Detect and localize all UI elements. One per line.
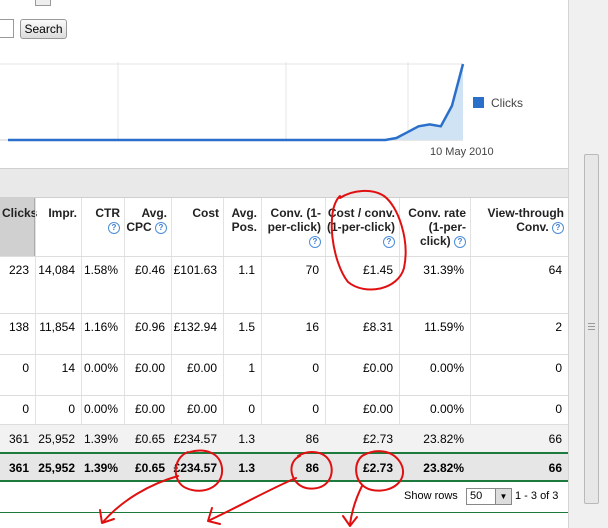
annotation-circle — [290, 451, 333, 490]
app-root: Search Clicks 10 May 2010 Clicks Impr. CTR… — [0, 0, 608, 528]
annotation-arrow — [209, 477, 297, 521]
scrollbar-thumb[interactable] — [584, 154, 599, 504]
annotation-circle — [174, 449, 224, 492]
annotation-circle — [355, 450, 404, 492]
scrollbar-grip — [588, 323, 595, 324]
annotation-arrow — [102, 475, 179, 523]
scrollbar-grip — [588, 326, 595, 327]
annotation-circle — [330, 190, 407, 291]
scrollbar-grip — [588, 329, 595, 330]
hand-drawn-annotations — [99, 190, 407, 527]
